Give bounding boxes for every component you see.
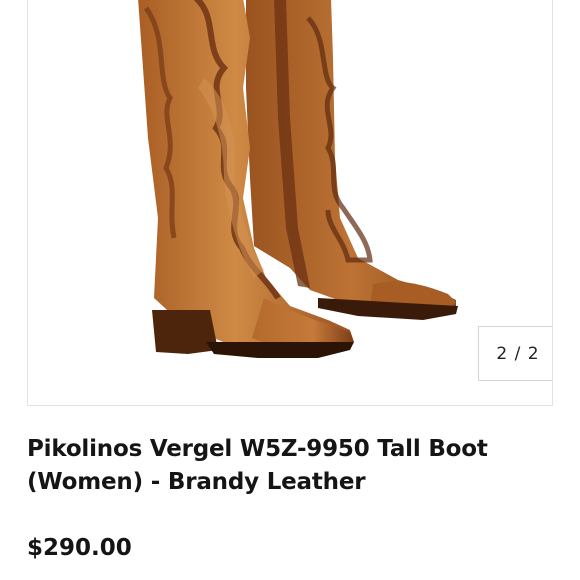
product-price: $290.00	[27, 535, 132, 561]
product-image[interactable]	[28, 0, 553, 406]
back-boot	[246, 0, 458, 320]
product-title: Pikolinos Vergel W5Z-9950 Tall Boot (Wom…	[27, 436, 488, 495]
image-counter: 2 / 2	[478, 326, 552, 381]
product-image-gallery[interactable]: 2 / 2	[27, 0, 553, 406]
